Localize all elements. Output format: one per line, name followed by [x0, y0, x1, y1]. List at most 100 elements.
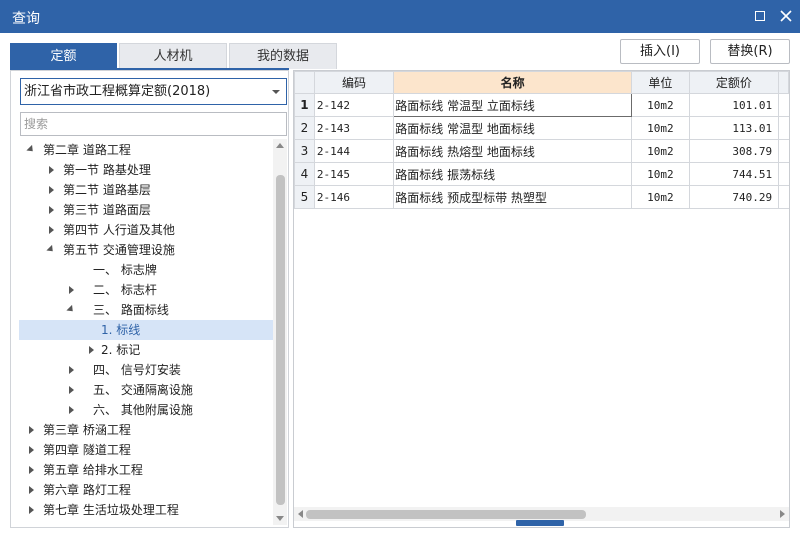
name-cell[interactable]: 路面标线 常温型 地面标线	[393, 116, 633, 140]
unit-cell[interactable]: 10m2	[631, 116, 690, 140]
tree-item[interactable]: 六、 其他附属设施	[19, 400, 273, 420]
name-cell[interactable]: 路面标线 振荡标线	[393, 162, 633, 186]
tab-quota[interactable]: 定额	[10, 43, 117, 69]
tab-my-data[interactable]: 我的数据	[229, 43, 337, 69]
tree-item-label: 第一节 路基处理	[63, 163, 151, 177]
tree-item[interactable]: 五、 交通隔离设施	[19, 380, 273, 400]
unit-cell[interactable]: 10m2	[631, 185, 690, 209]
tree-item[interactable]: 第三节 道路面层	[19, 200, 273, 220]
tree-item[interactable]: 一、 标志牌	[19, 260, 273, 280]
price-cell[interactable]: 113.01	[688, 116, 780, 140]
name-cell[interactable]: 路面标线 常温型 立面标线	[393, 93, 633, 117]
tree-item-label: 2. 标记	[101, 343, 141, 357]
filler-cell	[778, 139, 789, 163]
tree-item[interactable]: 第四章 隧道工程	[19, 440, 273, 460]
table-row[interactable]: 4 2-145 路面标线 振荡标线 10m2 744.51	[294, 162, 789, 186]
tree-item-label: 第五节 交通管理设施	[63, 243, 175, 257]
row-number-cell[interactable]: 4	[294, 162, 315, 186]
tree-item[interactable]: 2. 标记	[19, 340, 273, 360]
table-row[interactable]: 5 2-146 路面标线 预成型标带 热塑型 10m2 740.29	[294, 185, 789, 209]
code-cell[interactable]: 2-142	[313, 93, 395, 117]
column-header-name[interactable]: 名称	[393, 71, 633, 94]
tree-expanded-arrow-icon[interactable]	[65, 300, 77, 320]
code-cell[interactable]: 2-146	[313, 185, 395, 209]
tree-expanded-arrow-icon[interactable]	[45, 240, 57, 260]
tree-item[interactable]: 二、 标志杆	[19, 280, 273, 300]
tree-collapsed-arrow-icon[interactable]	[45, 200, 57, 220]
tree-item[interactable]: 第一节 路基处理	[19, 160, 273, 180]
row-number-cell[interactable]: 1	[294, 93, 315, 117]
code-cell[interactable]: 2-143	[313, 116, 395, 140]
close-button[interactable]	[776, 6, 796, 26]
tree-item[interactable]: 第四节 人行道及其他	[19, 220, 273, 240]
tree-collapsed-arrow-icon[interactable]	[45, 220, 57, 240]
tree-item-label: 四、 信号灯安装	[93, 363, 181, 377]
tree-collapsed-arrow-icon[interactable]	[65, 360, 77, 380]
tree-collapsed-arrow-icon[interactable]	[85, 340, 97, 360]
tree-collapsed-arrow-icon[interactable]	[65, 380, 77, 400]
tree-collapsed-arrow-icon[interactable]	[25, 480, 37, 500]
tree-item[interactable]: 1. 标线	[19, 320, 273, 340]
maximize-button[interactable]	[750, 6, 770, 26]
tree-scrollbar-thumb[interactable]	[276, 175, 285, 505]
row-number-cell[interactable]: 3	[294, 139, 315, 163]
price-cell[interactable]: 308.79	[688, 139, 780, 163]
tree-item[interactable]: 第三章 桥涵工程	[19, 420, 273, 440]
tree-item[interactable]: 第七章 生活垃圾处理工程	[19, 500, 273, 520]
tree-item[interactable]: 三、 路面标线	[19, 300, 273, 320]
price-cell[interactable]: 740.29	[688, 185, 780, 209]
name-cell[interactable]: 路面标线 热熔型 地面标线	[393, 139, 633, 163]
row-number-cell[interactable]: 2	[294, 116, 315, 140]
tab-labor-material-machine[interactable]: 人材机	[119, 43, 227, 69]
table-row[interactable]: 1 2-142 路面标线 常温型 立面标线 10m2 101.01	[294, 93, 789, 117]
tree-collapsed-arrow-icon[interactable]	[65, 280, 77, 300]
grid-horizontal-scrollbar[interactable]	[294, 507, 789, 521]
tree-collapsed-arrow-icon[interactable]	[45, 160, 57, 180]
tree-item[interactable]: 四、 信号灯安装	[19, 360, 273, 380]
scroll-down-icon[interactable]	[276, 516, 284, 521]
replace-button[interactable]: 替换(R)	[710, 39, 790, 64]
row-number-cell[interactable]: 5	[294, 185, 315, 209]
insert-button[interactable]: 插入(I)	[620, 39, 700, 64]
tree-item-label: 第二章 道路工程	[43, 143, 131, 157]
resize-handle[interactable]	[516, 520, 564, 526]
tree-scrollbar[interactable]	[273, 139, 287, 525]
library-select[interactable]: 浙江省市政工程概算定额(2018)	[20, 78, 287, 105]
quota-table: 编码 名称 单位 定额价 1 2-142 路面标线 常温型 立面标线 10m2 101.…	[294, 71, 789, 209]
tree-item[interactable]: 第六章 路灯工程	[19, 480, 273, 500]
tree-item[interactable]: 第五节 交通管理设施	[19, 240, 273, 260]
search-box[interactable]	[20, 112, 287, 136]
tree-item-label: 三、 路面标线	[93, 303, 169, 317]
table-row[interactable]: 2 2-143 路面标线 常温型 地面标线 10m2 113.01	[294, 116, 789, 140]
tree-collapsed-arrow-icon[interactable]	[45, 180, 57, 200]
tree-expanded-arrow-icon[interactable]	[25, 140, 37, 160]
unit-cell[interactable]: 10m2	[631, 139, 690, 163]
tree-item[interactable]: 第二节 道路基层	[19, 180, 273, 200]
unit-cell[interactable]: 10m2	[631, 93, 690, 117]
scroll-right-icon[interactable]	[780, 510, 785, 518]
name-cell[interactable]: 路面标线 预成型标带 热塑型	[393, 185, 633, 209]
column-header-code[interactable]: 编码	[313, 71, 395, 94]
scroll-left-icon[interactable]	[298, 510, 303, 518]
column-header-filler	[778, 71, 789, 94]
unit-cell[interactable]: 10m2	[631, 162, 690, 186]
table-row[interactable]: 3 2-144 路面标线 热熔型 地面标线 10m2 308.79	[294, 139, 789, 163]
column-header-price[interactable]: 定额价	[688, 71, 780, 94]
price-cell[interactable]: 744.51	[688, 162, 780, 186]
price-cell[interactable]: 101.01	[688, 93, 780, 117]
grid-scrollbar-thumb[interactable]	[306, 510, 586, 519]
search-input[interactable]	[21, 113, 286, 135]
tree-collapsed-arrow-icon[interactable]	[65, 400, 77, 420]
column-header-unit[interactable]: 单位	[631, 71, 690, 94]
code-cell[interactable]: 2-145	[313, 162, 395, 186]
tree-item-label: 二、 标志杆	[93, 283, 157, 297]
tree-collapsed-arrow-icon[interactable]	[25, 460, 37, 480]
tree-collapsed-arrow-icon[interactable]	[25, 420, 37, 440]
tree-collapsed-arrow-icon[interactable]	[25, 500, 37, 520]
tree-item[interactable]: 第二章 道路工程	[19, 140, 273, 160]
tree-collapsed-arrow-icon[interactable]	[25, 440, 37, 460]
code-cell[interactable]: 2-144	[313, 139, 395, 163]
scroll-up-icon[interactable]	[276, 143, 284, 148]
tree-item[interactable]: 第五章 给排水工程	[19, 460, 273, 480]
tree-item-label: 第二节 道路基层	[63, 183, 151, 197]
